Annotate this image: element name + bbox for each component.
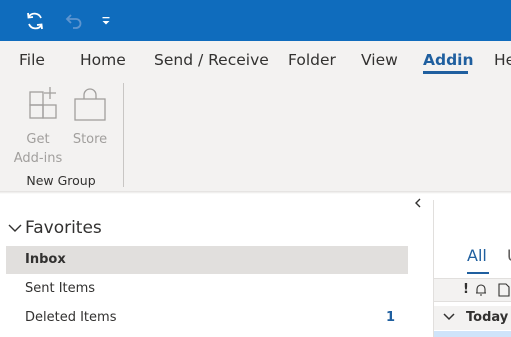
chevron-down-icon	[8, 224, 22, 232]
folder-item-label: Sent Items	[25, 281, 96, 296]
favorites-label: Favorites	[25, 218, 102, 238]
collapse-folder-pane-button[interactable]	[411, 196, 425, 210]
tab-all[interactable]: All	[467, 246, 487, 265]
get-add-ins-label-2: Add-ins	[13, 151, 63, 166]
document-icon[interactable]	[498, 282, 510, 301]
chevron-down-icon	[443, 313, 455, 321]
store-label: Store	[72, 132, 108, 147]
ribbon-group-separator	[123, 83, 124, 187]
tab-file[interactable]: File	[19, 51, 45, 69]
tab-send-receive[interactable]: Send / Receive	[154, 51, 269, 69]
chevron-left-icon	[415, 198, 421, 208]
active-tab-indicator	[423, 71, 468, 74]
tab-addin[interactable]: Addin	[423, 51, 474, 69]
group-header-today[interactable]: Today	[434, 306, 511, 330]
tab-all-indicator	[467, 272, 489, 274]
ribbon-panel: Get Add-ins Store New Group	[0, 79, 511, 192]
folder-item-sent-items[interactable]: Sent Items	[6, 275, 408, 303]
get-add-ins-label-1: Get	[26, 132, 50, 147]
title-bar	[0, 0, 511, 41]
folder-pane: Favorites Inbox Sent Items Deleted Items…	[0, 194, 430, 337]
undo-icon[interactable]	[57, 7, 87, 35]
importance-column-header[interactable]: !	[463, 282, 469, 297]
reminder-bell-icon[interactable]	[474, 282, 488, 301]
folder-item-label: Inbox	[25, 252, 66, 267]
tab-view[interactable]: View	[361, 51, 398, 69]
get-add-ins-button[interactable]: Get Add-ins	[10, 86, 66, 168]
get-add-ins-icon	[10, 86, 66, 130]
unread-count-badge: 1	[385, 310, 395, 325]
folder-item-label: Deleted Items	[25, 310, 117, 325]
tab-unread[interactable]: U	[507, 246, 511, 265]
folder-item-inbox[interactable]: Inbox	[6, 246, 408, 274]
folder-item-deleted-items[interactable]: Deleted Items 1	[6, 304, 408, 332]
tab-help[interactable]: He	[494, 51, 511, 69]
tab-home[interactable]: Home	[80, 51, 126, 69]
sync-icon[interactable]	[20, 7, 50, 35]
customize-quick-access-icon[interactable]	[98, 7, 114, 35]
group-label-today: Today	[466, 310, 509, 325]
store-button[interactable]: Store	[68, 86, 112, 149]
column-headers: !	[434, 278, 511, 302]
ribbon-group-label: New Group	[26, 173, 96, 188]
message-list: All U ! Today	[434, 194, 511, 337]
store-bag-icon	[68, 86, 112, 130]
favorites-header[interactable]: Favorites	[8, 218, 102, 238]
selected-message-row[interactable]	[434, 331, 511, 337]
tab-folder[interactable]: Folder	[288, 51, 336, 69]
